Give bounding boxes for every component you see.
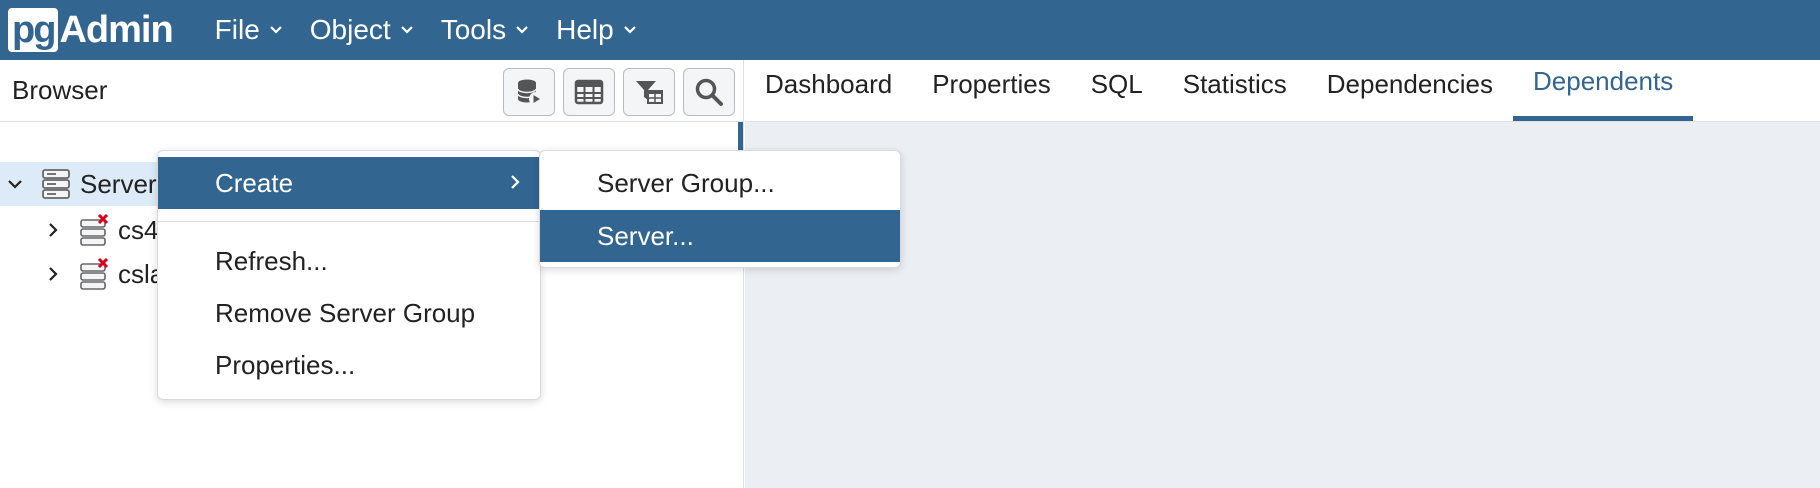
tab-dashboard[interactable]: Dashboard xyxy=(745,59,912,121)
chevron-down-icon xyxy=(516,26,528,34)
tab-content-area xyxy=(745,122,1820,488)
context-menu-item-label: Remove Server Group xyxy=(215,297,476,328)
browser-toolbar xyxy=(495,68,735,116)
server-disconnected-icon xyxy=(78,213,110,246)
filter-table-icon xyxy=(636,81,663,104)
context-menu: Create Refresh... Remove Server Group Pr… xyxy=(157,150,541,400)
chevron-down-icon xyxy=(270,26,282,34)
object-tabs: Dashboard Properties SQL Statistics Depe… xyxy=(745,60,1820,122)
main-menu: File Object Tools Help xyxy=(215,14,664,46)
submenu-item-label: Server... xyxy=(597,220,694,251)
search-objects-button[interactable] xyxy=(683,68,735,116)
context-menu-item-label: Properties... xyxy=(215,349,356,380)
logo-admin-text: Admin xyxy=(59,8,173,51)
tab-properties[interactable]: Properties xyxy=(912,59,1071,121)
tree-node-label: cs4 xyxy=(118,214,159,245)
menu-file-label: File xyxy=(214,14,260,45)
tab-statistics[interactable]: Statistics xyxy=(1163,59,1307,121)
server-group-icon xyxy=(42,169,70,199)
tab-dependencies[interactable]: Dependencies xyxy=(1307,59,1513,121)
chevron-down-icon xyxy=(623,26,636,34)
tab-dependents[interactable]: Dependents xyxy=(1513,59,1694,121)
filtered-rows-button[interactable] xyxy=(623,68,675,116)
tab-label: Dependents xyxy=(1533,66,1674,96)
search-icon xyxy=(695,78,723,106)
menu-help[interactable]: Help xyxy=(556,14,638,46)
tab-label: SQL xyxy=(1090,68,1143,99)
submenu-server[interactable]: Server... xyxy=(540,210,900,262)
context-menu-refresh[interactable]: Refresh... xyxy=(158,235,540,287)
menu-tools-label: Tools xyxy=(440,14,507,45)
tab-label: Statistics xyxy=(1182,68,1287,99)
submenu-item-label: Server Group... xyxy=(597,167,775,198)
tab-label: Dependencies xyxy=(1326,68,1493,99)
top-navbar: pg Admin File Object Tools Help xyxy=(0,0,1820,60)
menu-divider xyxy=(158,221,540,222)
context-menu-item-label: Create xyxy=(215,167,294,198)
browser-title: Browser xyxy=(12,75,108,105)
database-play-icon xyxy=(517,79,543,106)
chevron-right-icon[interactable] xyxy=(38,265,68,283)
chevron-right-icon xyxy=(511,175,520,189)
tab-label: Dashboard xyxy=(765,68,893,99)
context-menu-create[interactable]: Create xyxy=(158,157,540,209)
table-grid-icon xyxy=(574,79,604,105)
view-data-button[interactable] xyxy=(563,68,615,116)
tab-label: Properties xyxy=(932,68,1051,99)
menu-help-label: Help xyxy=(556,14,614,45)
context-menu-item-label: Refresh... xyxy=(215,245,328,276)
logo-pg-mark: pg xyxy=(8,8,59,52)
pgadmin-logo: pg Admin xyxy=(8,6,174,54)
submenu-server-group[interactable]: Server Group... xyxy=(540,157,900,209)
chevron-right-icon[interactable] xyxy=(38,221,68,239)
context-menu-remove-server-group[interactable]: Remove Server Group xyxy=(158,287,540,339)
menu-object[interactable]: Object xyxy=(310,14,415,46)
menu-tools[interactable]: Tools xyxy=(441,14,530,46)
menu-file[interactable]: File xyxy=(215,14,284,46)
context-menu-properties[interactable]: Properties... xyxy=(158,339,540,391)
create-submenu: Server Group... Server... xyxy=(539,150,901,268)
browser-header: Browser xyxy=(0,60,743,122)
tab-sql[interactable]: SQL xyxy=(1071,59,1163,121)
server-disconnected-icon xyxy=(78,257,110,290)
query-tool-button[interactable] xyxy=(503,68,555,116)
menu-object-label: Object xyxy=(309,14,391,45)
chevron-down-icon xyxy=(400,26,413,34)
chevron-down-icon[interactable] xyxy=(0,175,30,193)
